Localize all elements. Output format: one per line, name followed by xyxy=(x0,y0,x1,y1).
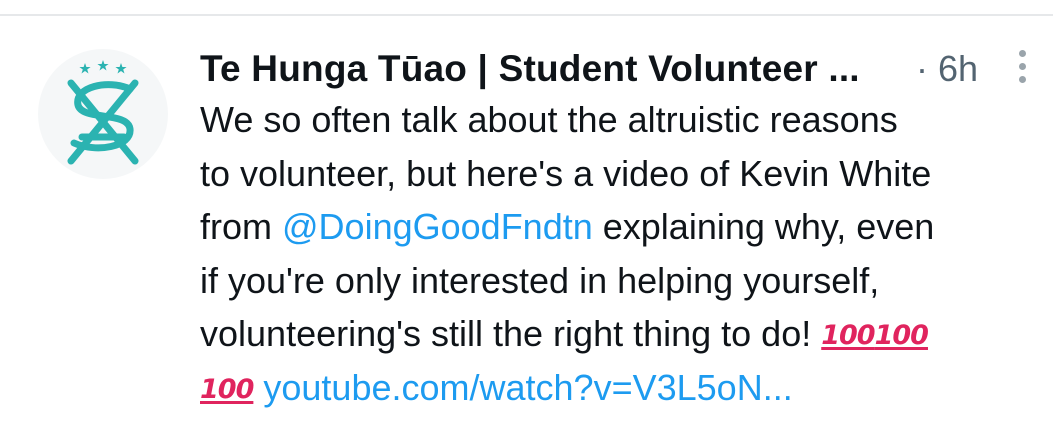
url-link[interactable]: youtube.com/watch?v=V3L5oN... xyxy=(263,367,792,408)
tweet-text-fragment: from xyxy=(200,206,283,247)
avatar[interactable] xyxy=(38,49,168,179)
hundred-points-icon: 100 xyxy=(200,373,254,405)
separator-dot: · xyxy=(916,48,928,89)
hundred-points-icon: 100 xyxy=(874,320,929,351)
tweet[interactable]: Te Hunga Tūao | Student Volunteer ... · … xyxy=(200,41,1040,414)
tweet-line: from @DoingGoodFndtn explaining why, eve… xyxy=(200,200,1040,254)
tweet-line: volunteering's still the right thing to … xyxy=(200,307,1040,361)
student-volunteer-army-logo-icon xyxy=(67,60,139,165)
tweet-text: We so often talk about the altruistic re… xyxy=(200,93,1040,414)
tweet-line: 100 youtube.com/watch?v=V3L5oN... xyxy=(200,361,1040,415)
tweet-line: We so often talk about the altruistic re… xyxy=(200,99,898,140)
tweet-line: to volunteer, but here's a video of Kevi… xyxy=(200,152,932,194)
more-options-button[interactable] xyxy=(1012,50,1032,90)
mention-link[interactable]: @DoingGoodFndtn xyxy=(282,206,593,247)
tweet-line: if you're only interested in helping you… xyxy=(200,259,880,301)
tweet-text-fragment: explaining why, even xyxy=(592,206,935,247)
more-vertical-icon xyxy=(1018,50,1026,57)
hundred-points-icon: 100 xyxy=(821,320,875,351)
display-name[interactable]: Te Hunga Tūao | Student Volunteer ... xyxy=(200,45,905,93)
timestamp[interactable]: 6h xyxy=(938,45,978,93)
tweet-text-fragment: volunteering's still the right thing to … xyxy=(200,313,822,354)
tweet-header: Te Hunga Tūao | Student Volunteer ... · … xyxy=(200,41,1040,93)
top-divider xyxy=(0,14,1053,16)
